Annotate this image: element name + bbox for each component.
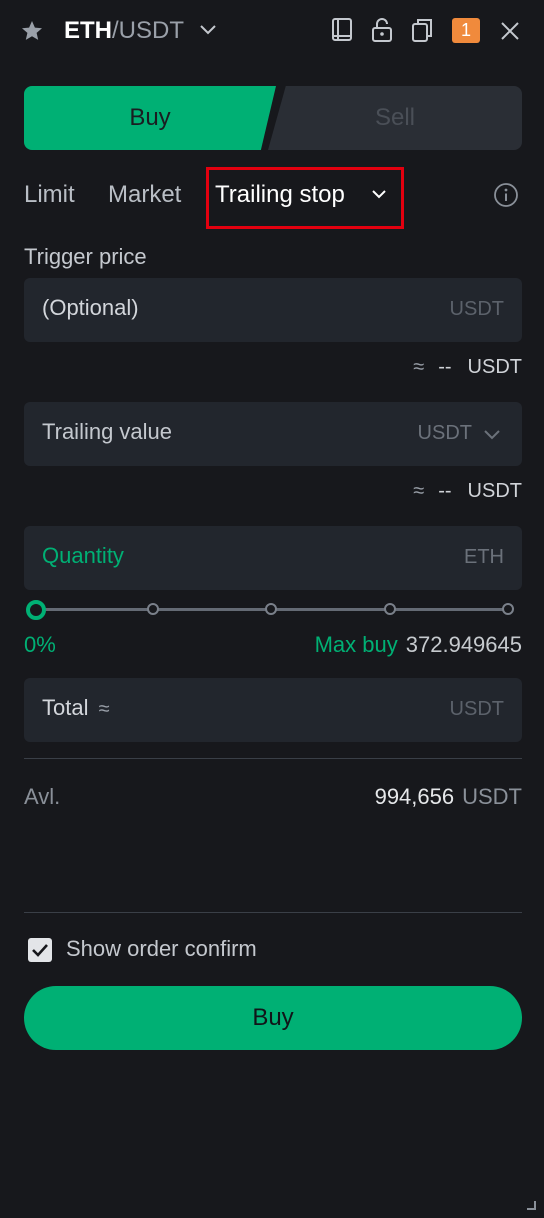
trailing-value-field[interactable]: Trailing value USDT [24,402,522,466]
max-buy-label: Max buy [314,632,398,657]
notification-badge[interactable]: 1 [452,18,480,43]
trigger-price-placeholder: (Optional) [42,295,139,320]
approx-unit: USDT [467,480,522,502]
slider-step-75[interactable] [384,603,396,615]
slider-percent: 0% [24,632,56,657]
header: ETH/USDT 1 [0,0,544,62]
trading-pair[interactable]: ETH/USDT [64,16,184,46]
slider-step-100[interactable] [502,603,514,615]
slider-step-50[interactable] [265,603,277,615]
total-approx: ≈ [98,698,110,720]
slider-step-25[interactable] [147,603,159,615]
divider [24,912,522,913]
approx-symbol: ≈ [413,480,425,502]
info-icon[interactable] [493,182,519,208]
available-value: 994,656 [374,784,455,809]
buy-submit-button[interactable]: Buy [24,986,522,1050]
quantity-field[interactable]: Quantity ETH [24,526,522,590]
close-icon[interactable] [498,19,522,43]
trailing-value-placeholder: Trailing value [42,419,173,444]
check-icon [32,944,48,957]
max-buy: Max buy 372.949645 [315,632,522,658]
tab-limit[interactable]: Limit [24,180,75,210]
tab-market[interactable]: Market [108,180,181,210]
star-icon[interactable] [20,19,44,43]
approx-value: -- [438,356,452,378]
trigger-price-unit: USDT [449,298,504,320]
trigger-approx: ≈ -- USDT [413,356,522,379]
pair-base: ETH [64,17,112,44]
available-balance: 994,656 USDT [375,784,522,810]
quantity-slider[interactable] [24,598,522,622]
quantity-placeholder: Quantity [42,543,124,568]
sell-tab-label: Sell [374,104,416,131]
buy-tab-label: Buy [129,104,171,131]
pair-quote: /USDT [112,17,184,44]
sell-tab[interactable]: Sell [268,86,522,150]
chevron-down-icon[interactable] [198,22,218,38]
show-order-confirm-checkbox[interactable] [28,938,52,962]
available-label: Avl. [24,784,61,809]
slider-handle[interactable] [26,600,46,620]
side-tabs: Buy Sell [24,86,522,150]
total-field[interactable]: Total ≈ USDT [24,678,522,742]
lock-icon[interactable] [370,17,394,43]
approx-unit: USDT [467,356,522,378]
divider [24,758,522,759]
trigger-price-label: Trigger price [24,244,147,269]
book-icon[interactable] [330,17,354,43]
max-buy-value: 372.949645 [405,632,522,657]
trailing-approx: ≈ -- USDT [413,480,522,503]
chevron-down-icon[interactable] [371,188,387,200]
total-label: Total ≈ [42,695,110,721]
chevron-down-icon[interactable] [482,428,502,442]
resize-handle-icon[interactable] [526,1200,536,1210]
approx-symbol: ≈ [413,356,425,378]
total-unit: USDT [449,698,504,720]
total-label-text: Total [42,695,89,720]
approx-value: -- [438,480,452,502]
trigger-price-field[interactable]: (Optional) USDT [24,278,522,342]
buy-tab[interactable]: Buy [24,86,276,150]
quantity-unit: ETH [464,546,504,568]
trailing-value-unit[interactable]: USDT [418,422,472,445]
copy-icon[interactable] [410,17,434,43]
show-order-confirm-label[interactable]: Show order confirm [66,936,257,962]
tab-trailing-stop[interactable]: Trailing stop [215,180,345,210]
order-type-tabs: Limit Market Trailing stop [24,167,522,229]
available-unit: USDT [462,784,522,809]
